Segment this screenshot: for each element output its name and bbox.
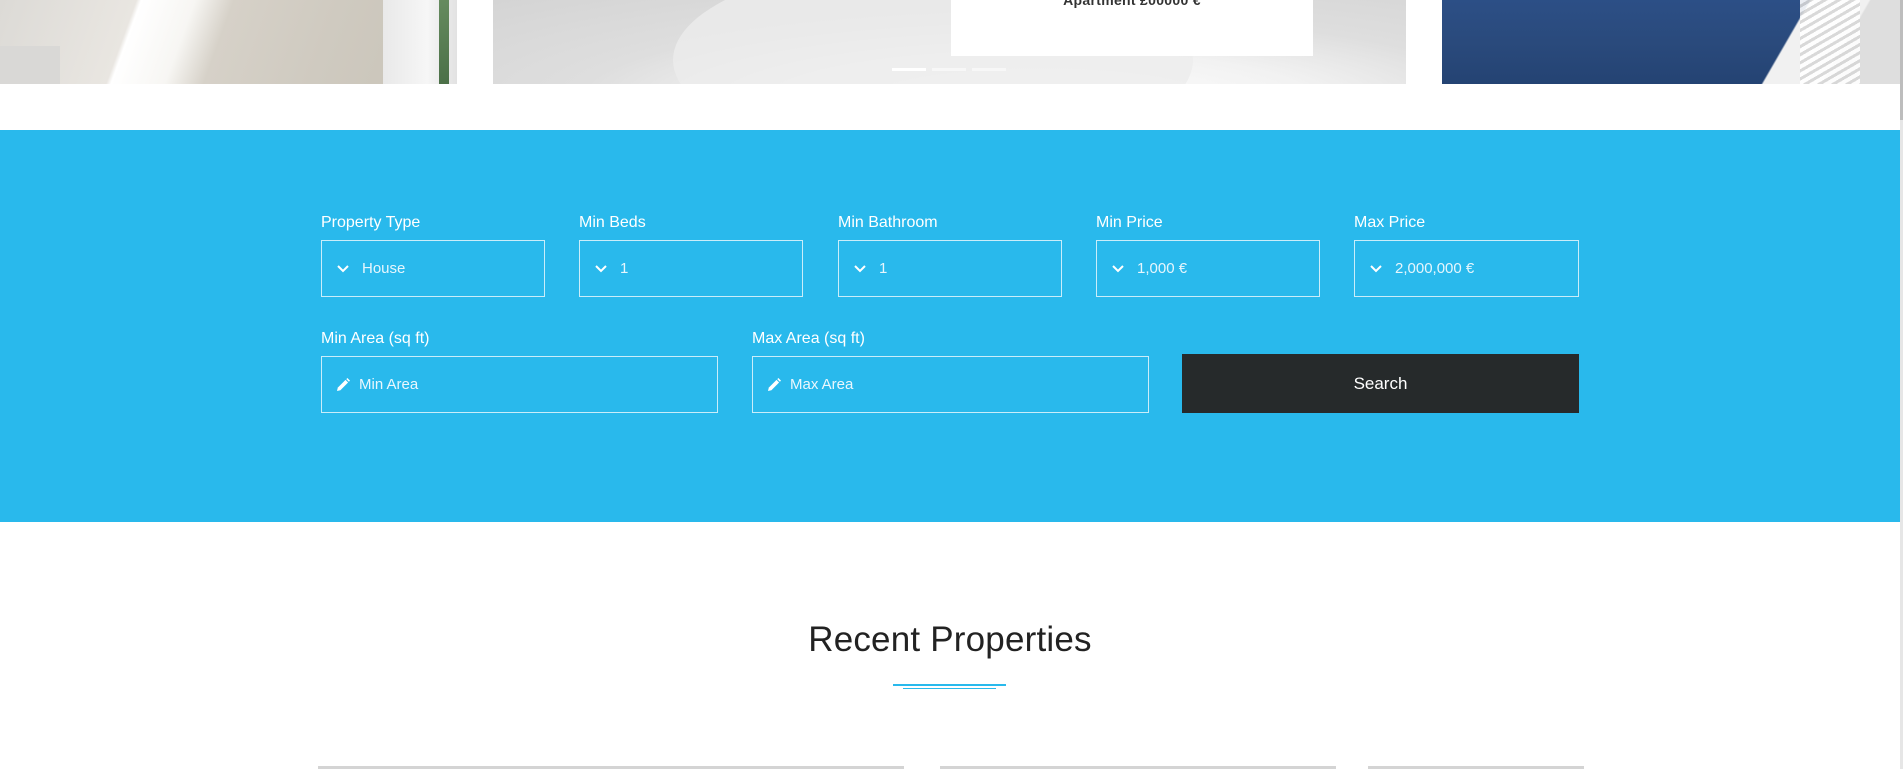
min-price-select[interactable]: 1,000 € — [1096, 240, 1320, 297]
slide-image-stairs — [1800, 0, 1860, 84]
select-value: 1 — [620, 260, 629, 277]
title-underline-secondary — [903, 688, 996, 689]
field-min-area: Min Area (sq ft) Min Area — [321, 329, 718, 413]
field-min-bathroom: Min Bathroom 1 — [838, 213, 1062, 297]
search-button[interactable]: Search — [1182, 354, 1579, 413]
field-label: Min Price — [1096, 214, 1163, 231]
field-property-type: Property Type House — [321, 213, 545, 297]
field-max-area: Max Area (sq ft) Max Area — [752, 329, 1149, 413]
select-value: House — [362, 260, 406, 277]
carousel-dots — [892, 68, 1006, 71]
min-area-input[interactable]: Min Area — [321, 356, 718, 413]
slide-image-detail — [0, 46, 60, 84]
section-title: Recent Properties — [808, 620, 1092, 659]
input-placeholder: Min Area — [359, 376, 419, 393]
chevron-down-icon — [1369, 262, 1383, 276]
slide-caption-box: Apartment £00000 € — [951, 0, 1313, 56]
slide-caption: Apartment £00000 € — [1063, 0, 1201, 8]
field-label: Min Beds — [579, 214, 646, 231]
hero-carousel: Apartment £00000 € — [0, 0, 1900, 84]
property-search-section: Property Type House Min Beds 1 Min Bathr… — [0, 130, 1900, 522]
title-underline — [893, 684, 1006, 686]
min-bathroom-select[interactable]: 1 — [838, 240, 1062, 297]
carousel-dot-1[interactable] — [892, 68, 926, 71]
max-area-input[interactable]: Max Area — [752, 356, 1149, 413]
field-max-price: Max Price 2,000,000 € — [1354, 213, 1579, 297]
max-price-select[interactable]: 2,000,000 € — [1354, 240, 1579, 297]
carousel-dot-2[interactable] — [932, 68, 966, 71]
field-label: Min Area (sq ft) — [321, 330, 430, 347]
pencil-icon — [336, 377, 350, 392]
pencil-icon — [767, 377, 781, 392]
carousel-dot-3[interactable] — [972, 68, 1006, 71]
carousel-slide-previous[interactable] — [0, 0, 457, 84]
field-min-beds: Min Beds 1 — [579, 213, 803, 297]
select-value: 1 — [879, 260, 888, 277]
chevron-down-icon — [336, 262, 350, 276]
select-value: 1,000 € — [1137, 260, 1188, 277]
input-placeholder: Max Area — [790, 376, 854, 393]
chevron-down-icon — [853, 262, 867, 276]
page: Apartment £00000 € Property Type House M… — [0, 0, 1903, 769]
carousel-slide-current[interactable]: Apartment £00000 € — [493, 0, 1406, 84]
chevron-down-icon — [594, 262, 608, 276]
min-beds-select[interactable]: 1 — [579, 240, 803, 297]
field-label: Property Type — [321, 214, 421, 231]
carousel-slide-next[interactable] — [1442, 0, 1900, 84]
chevron-down-icon — [1111, 262, 1125, 276]
property-type-select[interactable]: House — [321, 240, 545, 297]
recent-properties-section: Recent Properties — [0, 522, 1900, 769]
field-label: Max Price — [1354, 214, 1426, 231]
field-min-price: Min Price 1,000 € — [1096, 213, 1320, 297]
field-label: Max Area (sq ft) — [752, 330, 865, 347]
select-value: 2,000,000 € — [1395, 260, 1475, 277]
field-label: Min Bathroom — [838, 214, 938, 231]
slide-image-plant — [439, 0, 449, 84]
